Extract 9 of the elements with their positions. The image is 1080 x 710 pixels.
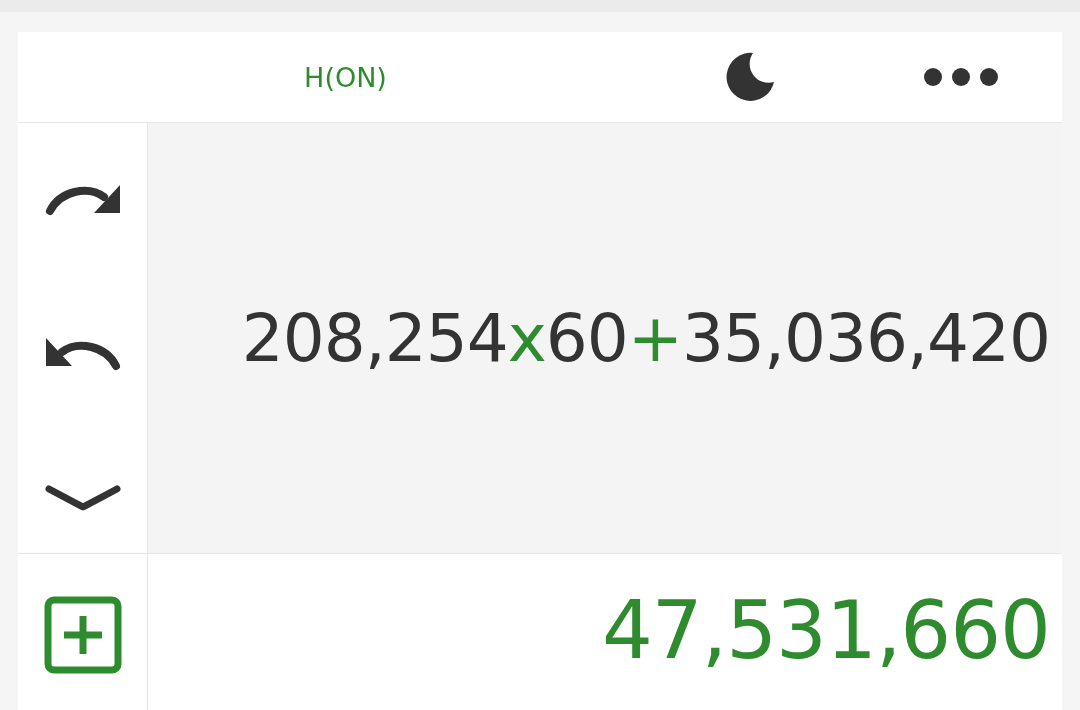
expression-number: 35,036,420 (682, 299, 1050, 377)
operator-sign: + (627, 299, 683, 377)
expression-number: 60 (545, 299, 628, 377)
operator-sign: x (507, 299, 546, 377)
expression-number: 208,254 (241, 299, 508, 377)
chevron-down-button[interactable] (44, 483, 121, 513)
result-value: 47,531,660 (601, 584, 1050, 677)
more-button[interactable] (923, 67, 999, 87)
mode-label[interactable]: H(ON) (279, 61, 387, 93)
